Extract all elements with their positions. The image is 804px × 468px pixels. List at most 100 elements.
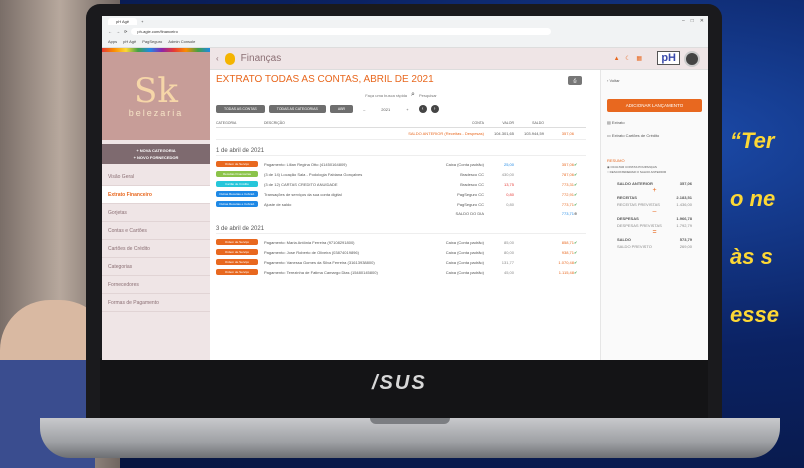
year-increment[interactable]: + <box>406 107 408 112</box>
plus-icon: + <box>652 187 657 194</box>
table-row[interactable]: Ordem de Serviço Pagamento: Terezinha de … <box>216 267 586 277</box>
month-filter[interactable]: ABR <box>329 105 354 113</box>
add-supplier-button[interactable]: + NOVO FORNECEDOR <box>134 155 179 160</box>
search-input[interactable]: Faça uma busca rápida <box>365 93 407 98</box>
search-icon[interactable]: ⌕ <box>411 91 415 99</box>
quote-line-2: o ne <box>730 186 776 211</box>
check-icon[interactable]: ✔ <box>574 240 582 245</box>
row-account: PagSeguro CC <box>457 191 484 197</box>
add-circle-icon[interactable]: ⊕ <box>574 211 582 216</box>
table-row[interactable]: Ordem de Serviço Pagamento: Vanessa Gomes… <box>216 257 586 267</box>
address-row: ← → ⟳ ph-agie.com/financeiro <box>102 26 708 37</box>
row-value: 25,00 <box>503 161 514 167</box>
row-description: (3 de 14) Locação Sala - Podologia Fabia… <box>264 171 363 177</box>
avatar[interactable] <box>684 51 700 67</box>
sidebar-item-tips[interactable]: Gorjetas <box>102 204 210 222</box>
category-tag: Outras Receitas e Cobrad. <box>216 191 258 197</box>
sidebar-item-overview[interactable]: Visão Geral <box>102 168 210 186</box>
col-category: CATEGORIA <box>216 121 237 125</box>
table-row[interactable]: Receitas Financeiras (3 de 14) Locação Sa… <box>216 169 586 179</box>
category-tag: Ordem de Serviço <box>216 249 258 255</box>
notification-icons[interactable]: ▲ ☾ ▦ <box>614 55 644 62</box>
summary-expense: DESPESAS 1.966,78 <box>607 215 702 222</box>
bookmark-apps[interactable]: Apps <box>108 39 117 44</box>
sidebar-item-payment-methods[interactable]: Formas de Pagamento <box>102 294 210 312</box>
search-label[interactable]: Pesquisar <box>419 93 437 98</box>
table-row[interactable]: Ordem de Serviço Pagamento: Lilian Regina… <box>216 159 586 169</box>
year-decrement[interactable]: – <box>363 107 365 112</box>
toggle-ignore-previous[interactable]: ○ DESCONSIDERAR O SALDO ANTERIOR <box>607 170 702 174</box>
check-icon[interactable]: ✔ <box>574 192 582 197</box>
main-area: ‹ Finanças ▲ ☾ ▦ pH EXTRATO TODAS AS CON… <box>210 48 708 360</box>
table-row[interactable]: Outras Receitas e Cobrad. Ajuste de saldo… <box>216 199 586 209</box>
row-description: Pagamento: Terezinha de Fatima Camargo D… <box>264 269 378 275</box>
check-icon[interactable]: ✔ <box>574 162 582 167</box>
bookmark-pagseguro[interactable]: PagSeguro <box>142 39 162 44</box>
print-icon[interactable]: ⎙ <box>568 76 582 85</box>
statement-content: EXTRATO TODAS AS CONTAS, ABRIL DE 2021 ⎙… <box>210 70 592 360</box>
add-entry-button[interactable]: ADICIONAR LANÇAMENTO <box>607 99 702 112</box>
table-row[interactable]: Ordem de Serviço Pagamento: Jose Roberto … <box>216 247 586 257</box>
sidebar-item-categories[interactable]: Categorias <box>102 258 210 276</box>
sidebar-item-suppliers[interactable]: Fornecedores <box>102 276 210 294</box>
laptop-brand: /SUS <box>372 372 427 394</box>
quote-line-1: “Ter <box>730 128 775 153</box>
check-icon[interactable]: ✔ <box>574 172 582 177</box>
coin-icon <box>224 52 235 65</box>
row-value: 430,00 <box>501 171 514 177</box>
day-balance-value: 773,71 <box>561 211 574 216</box>
sidebar-item-credit-cards[interactable]: Cartões de Crédito <box>102 240 210 258</box>
bookmarks-bar: Apps pH Agê PagSeguro Admin Console <box>102 37 708 46</box>
row-account: PagSeguro CC <box>457 201 484 207</box>
summary-income-value: 2.183,51 <box>676 195 692 200</box>
accounts-filter[interactable]: TODAS AS CONTAS <box>216 105 265 113</box>
bookmark-phage[interactable]: pH Agê <box>123 39 136 44</box>
equals-icon: = <box>652 229 657 236</box>
table-row[interactable]: Cartão de Crédito (3 de 12) CARTAS CREDIT… <box>216 179 586 189</box>
col-balance: SALDO <box>532 121 544 125</box>
toggle-hide-savings[interactable]: ◉ OCULTAR CONTAS POUPANÇAS <box>607 165 702 169</box>
back-chevron-icon[interactable]: ‹ <box>216 54 219 63</box>
minimize-icon[interactable]: – <box>682 18 685 24</box>
summary-income-forecast-label: RECEITAS PREVISTAS <box>617 202 660 207</box>
browser-tab[interactable]: pH Agê <box>108 17 138 25</box>
url-bar[interactable]: ph-agie.com/financeiro <box>131 28 552 35</box>
cards-statement-label: Extrato Cartões de Crédito <box>611 133 660 138</box>
maximize-icon[interactable]: □ <box>691 18 694 24</box>
row-value: 0,80 <box>506 201 514 207</box>
sidebar-item-statement[interactable]: Extrato Financeiro <box>102 186 210 204</box>
summary-expense-forecast-value: 1.792,79 <box>676 223 692 228</box>
bookmark-admin[interactable]: Admin Console <box>168 39 195 44</box>
check-icon[interactable]: ✔ <box>574 270 582 275</box>
table-row[interactable]: Ordem de Serviço Pagamento: Maria Antônia… <box>216 237 586 247</box>
categories-filter[interactable]: TODAS AS CATEGORIAS <box>268 105 326 113</box>
back-link[interactable]: ‹ Voltar <box>607 78 702 83</box>
sidebar-item-accounts[interactable]: Contas e Cartões <box>102 222 210 240</box>
prev-month-icon[interactable]: ‹ <box>418 105 427 113</box>
previous-balance-total: 357,06 <box>561 131 574 136</box>
check-icon[interactable]: ✔ <box>574 260 582 265</box>
summary-income-label: RECEITAS <box>617 195 637 200</box>
check-icon[interactable]: ✔ <box>574 202 582 207</box>
day-1-rows: Ordem de Serviço Pagamento: Lilian Regina… <box>216 159 586 209</box>
sidebar: Sk belezaria + NOVA CATEGORIA + NOVO FOR… <box>102 48 210 360</box>
table-row[interactable]: Outras Receitas e Cobrad. Transações de s… <box>216 189 586 199</box>
logo-mark: Sk <box>134 71 178 111</box>
forward-arrow-icon[interactable]: → <box>116 29 120 34</box>
statement-link[interactable]: ▤ Extrato <box>607 120 702 125</box>
back-arrow-icon[interactable]: ← <box>108 29 112 34</box>
tab-row: pH Agê + <box>102 16 708 26</box>
check-icon[interactable]: ✔ <box>574 250 582 255</box>
check-icon[interactable]: ✔ <box>574 182 582 187</box>
close-icon[interactable]: ✕ <box>700 18 704 24</box>
summary-block: SALDO ANTERIOR 357,06 + RECEITAS 2.183,51 … <box>607 180 702 250</box>
summary-previous: SALDO ANTERIOR 357,06 <box>607 180 702 187</box>
next-month-icon[interactable]: › <box>430 105 439 113</box>
reload-icon[interactable]: ⟳ <box>124 29 127 34</box>
year-value: 2021 <box>381 106 391 112</box>
new-tab-icon[interactable]: + <box>141 19 143 24</box>
cards-statement-link[interactable]: ▭ Extrato Cartões de Crédito <box>607 133 702 138</box>
row-account: Caixa (Conta padrão) <box>445 161 484 167</box>
row-description: (3 de 12) CARTAS CREDITO ANUIDADE <box>264 181 338 187</box>
add-category-button[interactable]: + NOVA CATEGORIA <box>136 148 175 153</box>
